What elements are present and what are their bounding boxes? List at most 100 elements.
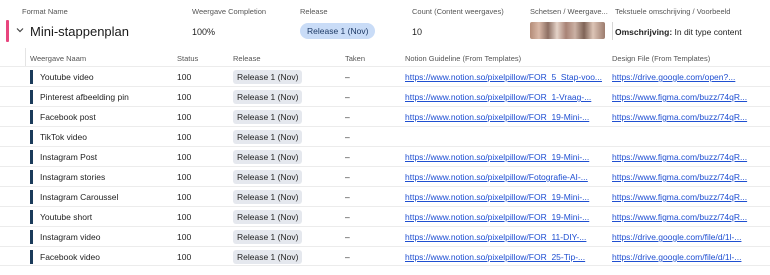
- group-release-badge: Release 1 (Nov): [300, 23, 376, 39]
- row-name: Pinterest afbeelding pin: [40, 92, 129, 102]
- header-format-name[interactable]: Format Name: [22, 7, 68, 16]
- table-row[interactable]: TikTok video 100 Release 1 (Nov) –: [0, 126, 770, 146]
- header-count[interactable]: Count (Content weergaves): [412, 7, 504, 16]
- row-status: 100: [177, 152, 192, 162]
- notion-link[interactable]: https://www.notion.so/pixelpillow/Fotogr…: [405, 172, 602, 182]
- notion-link[interactable]: https://www.notion.so/pixelpillow/FOR_19…: [405, 192, 602, 202]
- notion-link[interactable]: https://www.notion.so/pixelpillow/FOR_1-…: [405, 92, 602, 102]
- group-description: Omschrijving: In dit type content: [615, 27, 770, 37]
- top-header-row: Format Name Weergave Completion Release …: [0, 0, 770, 18]
- notion-link[interactable]: https://www.notion.so/pixelpillow/FOR_19…: [405, 152, 602, 162]
- header-notion-guideline[interactable]: Notion Guideline (From Templates): [405, 54, 521, 63]
- row-name: Instagram video: [40, 232, 101, 242]
- row-taken: –: [345, 152, 350, 162]
- design-link[interactable]: https://drive.google.com/file/d/1l-...: [612, 252, 770, 262]
- notion-link[interactable]: https://www.notion.so/pixelpillow/FOR_19…: [405, 212, 602, 222]
- table-row[interactable]: Instagram Post 100 Release 1 (Nov) – htt…: [0, 146, 770, 166]
- row-release-badge: Release 1 (Nov): [233, 130, 303, 144]
- design-link[interactable]: https://drive.google.com/file/d/1l-...: [612, 232, 770, 242]
- row-accent-bar: [30, 90, 33, 104]
- notion-link[interactable]: https://www.notion.so/pixelpillow/FOR_11…: [405, 232, 602, 242]
- header-weergave-naam[interactable]: Weergave Naam: [30, 54, 86, 63]
- row-status: 100: [177, 172, 192, 182]
- row-taken: –: [345, 132, 350, 142]
- sketch-thumbnails[interactable]: [530, 22, 605, 39]
- header-tekstuele[interactable]: Tekstuele omschrijving / Voorbeeld: [615, 7, 730, 16]
- row-release-badge: Release 1 (Nov): [233, 150, 303, 164]
- row-status: 100: [177, 92, 192, 102]
- header-taken[interactable]: Taken: [345, 54, 365, 63]
- desc-text: In dit type content: [672, 27, 742, 37]
- row-status: 100: [177, 232, 192, 242]
- row-taken: –: [345, 92, 350, 102]
- table-row[interactable]: Facebook post 100 Release 1 (Nov) – http…: [0, 106, 770, 126]
- row-taken: –: [345, 192, 350, 202]
- notion-link[interactable]: https://www.notion.so/pixelpillow/FOR_25…: [405, 252, 602, 262]
- row-accent-bar: [30, 250, 33, 264]
- column-divider: [612, 22, 613, 40]
- row-status: 100: [177, 72, 192, 82]
- row-release-badge: Release 1 (Nov): [233, 110, 303, 124]
- notion-link[interactable]: https://www.notion.so/pixelpillow/FOR_5_…: [405, 72, 602, 82]
- table-row[interactable]: Pinterest afbeelding pin 100 Release 1 (…: [0, 86, 770, 106]
- table-row[interactable]: Instagram Caroussel 100 Release 1 (Nov) …: [0, 186, 770, 206]
- table-row[interactable]: Instagram stories 100 Release 1 (Nov) – …: [0, 166, 770, 186]
- table-row[interactable]: Facebook video 100 Release 1 (Nov) – htt…: [0, 246, 770, 266]
- table-row[interactable]: Youtube video 100 Release 1 (Nov) – http…: [0, 66, 770, 86]
- row-taken: –: [345, 172, 350, 182]
- row-taken: –: [345, 252, 350, 262]
- row-release-badge: Release 1 (Nov): [233, 250, 303, 264]
- row-name: Youtube video: [40, 72, 94, 82]
- notion-link[interactable]: https://www.notion.so/pixelpillow/FOR_19…: [405, 112, 602, 122]
- row-status: 100: [177, 112, 192, 122]
- row-status: 100: [177, 132, 192, 142]
- chevron-down-icon[interactable]: [15, 25, 25, 35]
- row-name: TikTok video: [40, 132, 87, 142]
- row-accent-bar: [30, 130, 33, 144]
- header-design-file[interactable]: Design File (From Templates): [612, 54, 710, 63]
- row-name: Youtube short: [40, 212, 93, 222]
- row-accent-bar: [30, 70, 33, 84]
- records-table: Youtube video 100 Release 1 (Nov) – http…: [0, 66, 770, 266]
- row-accent-bar: [30, 210, 33, 224]
- design-link[interactable]: https://www.figma.com/buzz/74qR...: [612, 192, 770, 202]
- header-release[interactable]: Release: [300, 7, 328, 16]
- design-link[interactable]: https://drive.google.com/open?...: [612, 72, 770, 82]
- row-accent-bar: [30, 170, 33, 184]
- sub-header-divider: [25, 48, 26, 66]
- group-row[interactable]: Mini-stappenplan 100% Release 1 (Nov) 10…: [0, 18, 770, 44]
- group-title: Mini-stappenplan: [30, 24, 130, 39]
- row-release-badge: Release 1 (Nov): [233, 170, 303, 184]
- row-accent-bar: [30, 230, 33, 244]
- row-name: Facebook video: [40, 252, 101, 262]
- design-link[interactable]: https://www.figma.com/buzz/74qR...: [612, 112, 770, 122]
- table-row[interactable]: Youtube short 100 Release 1 (Nov) – http…: [0, 206, 770, 226]
- row-status: 100: [177, 192, 192, 202]
- row-status: 100: [177, 212, 192, 222]
- design-link[interactable]: https://www.figma.com/buzz/74qR...: [612, 92, 770, 102]
- design-link[interactable]: https://www.figma.com/buzz/74qR...: [612, 152, 770, 162]
- group-completion: 100%: [192, 27, 216, 37]
- design-link[interactable]: https://www.figma.com/buzz/74qR...: [612, 172, 770, 182]
- row-accent-bar: [30, 150, 33, 164]
- row-name: Instagram stories: [40, 172, 106, 182]
- table-row[interactable]: Instagram video 100 Release 1 (Nov) – ht…: [0, 226, 770, 246]
- group-accent-bar: [6, 20, 9, 42]
- row-release-badge: Release 1 (Nov): [233, 210, 303, 224]
- header-schetsen[interactable]: Schetsen / Weergave...: [530, 7, 608, 16]
- design-link[interactable]: https://www.figma.com/buzz/74qR...: [612, 212, 770, 222]
- row-name: Instagram Post: [40, 152, 98, 162]
- row-taken: –: [345, 72, 350, 82]
- group-count: 10: [412, 27, 423, 37]
- header-weergave-completion[interactable]: Weergave Completion: [192, 7, 266, 16]
- row-status: 100: [177, 252, 192, 262]
- header-status[interactable]: Status: [177, 54, 198, 63]
- row-accent-bar: [30, 190, 33, 204]
- row-name: Facebook post: [40, 112, 96, 122]
- row-accent-bar: [30, 110, 33, 124]
- header-row-release[interactable]: Release: [233, 54, 261, 63]
- row-taken: –: [345, 232, 350, 242]
- row-release-badge: Release 1 (Nov): [233, 190, 303, 204]
- row-taken: –: [345, 212, 350, 222]
- desc-label: Omschrijving:: [615, 27, 673, 37]
